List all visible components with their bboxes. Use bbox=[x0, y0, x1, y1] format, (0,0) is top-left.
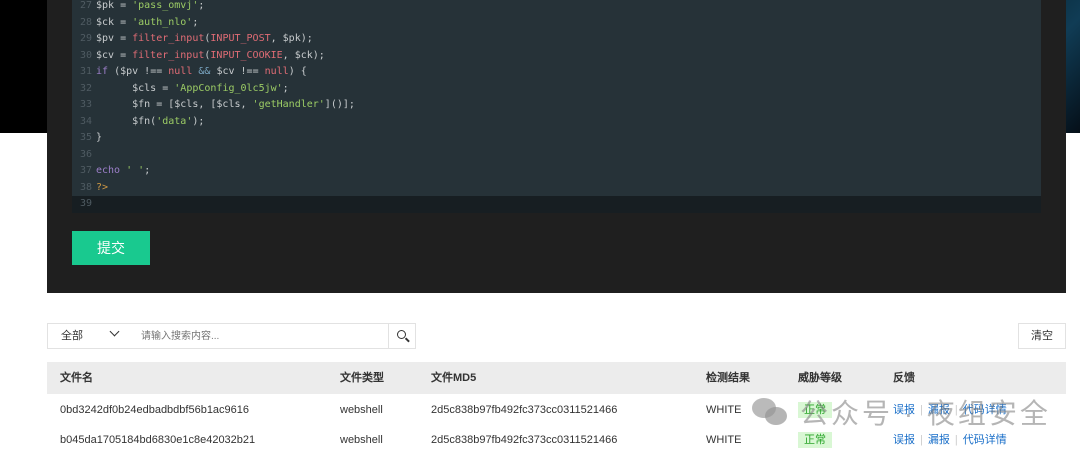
code-editor[interactable]: 27 $pk = 'pass_omvj'; 28 $ck = 'auth_nlo'; 2… bbox=[72, 0, 1041, 213]
false-positive-link[interactable]: 误报 bbox=[893, 434, 915, 446]
table-header: 文件名 文件类型 文件MD5 检测结果 威胁等级 反馈 bbox=[47, 362, 1066, 394]
code-token: 'AppConfig_0lc5jw' bbox=[174, 82, 283, 94]
code-token: ' ' bbox=[126, 165, 145, 176]
code-line: 31 if ($pv !== null && $cv !== null) { bbox=[72, 64, 1041, 81]
line-number: 30 bbox=[79, 49, 92, 61]
code-token: ; bbox=[144, 165, 151, 176]
code-line: 38 ?> bbox=[72, 180, 1041, 197]
code-line: 36 bbox=[72, 147, 1041, 164]
code-token: ($pv !== bbox=[108, 66, 169, 77]
code-token: = bbox=[114, 0, 133, 11]
code-line: 37 echo ' '; bbox=[72, 163, 1041, 180]
code-submit-panel: 27 $pk = 'pass_omvj'; 28 $ck = 'auth_nlo'; 2… bbox=[47, 0, 1066, 293]
threat-level-badge: 正常 bbox=[798, 432, 832, 448]
code-token: = bbox=[114, 33, 133, 44]
code-line: 39 bbox=[72, 196, 1041, 213]
code-token: ]()]; bbox=[324, 99, 355, 110]
code-token: echo bbox=[96, 165, 121, 176]
line-number: 27 bbox=[79, 0, 92, 11]
line-number: 31 bbox=[79, 66, 92, 77]
line-number: 32 bbox=[79, 82, 92, 94]
file-md5: 2d5c838b97fb492fc373cc0311521466 bbox=[431, 404, 618, 416]
line-number: 39 bbox=[79, 198, 92, 209]
code-line: 32 $cls = 'AppConfig_0lc5jw'; bbox=[72, 81, 1041, 98]
code-token: , $ck); bbox=[282, 49, 325, 61]
code-token: ) { bbox=[288, 66, 307, 77]
code-token: ; bbox=[192, 16, 199, 28]
line-number: 38 bbox=[79, 181, 92, 193]
search-input[interactable] bbox=[128, 323, 389, 349]
code-token: filter_input bbox=[132, 33, 205, 44]
header-result[interactable]: 检测结果 bbox=[706, 362, 750, 394]
search-button[interactable] bbox=[388, 323, 416, 349]
code-token: null bbox=[168, 66, 193, 77]
line-number: 29 bbox=[79, 33, 92, 44]
code-token: ?> bbox=[96, 181, 109, 193]
line-number: 36 bbox=[79, 148, 92, 160]
false-negative-link[interactable]: 漏报 bbox=[928, 434, 950, 446]
code-line: 34 $fn('data'); bbox=[72, 114, 1041, 131]
code-token: $cv bbox=[96, 49, 115, 61]
code-token: && bbox=[198, 66, 211, 77]
code-token: ); bbox=[192, 115, 205, 127]
code-token: 'auth_nlo' bbox=[132, 16, 193, 28]
code-line: 33 $fn = [$cls, [$cls, 'getHandler']()]; bbox=[72, 97, 1041, 114]
code-token: ; bbox=[282, 82, 289, 94]
line-number: 33 bbox=[79, 99, 92, 110]
clear-button[interactable]: 清空 bbox=[1018, 323, 1066, 349]
code-token: $pv bbox=[96, 33, 115, 44]
code-token: INPUT_POST bbox=[210, 33, 271, 44]
header-threat-level[interactable]: 威胁等级 bbox=[798, 362, 842, 394]
code-token: INPUT_COOKIE bbox=[210, 49, 283, 61]
file-type: webshell bbox=[340, 404, 383, 416]
type-select[interactable]: 全部 bbox=[47, 323, 129, 349]
code-token: $fn( bbox=[96, 115, 157, 127]
code-token: filter_input bbox=[132, 49, 205, 61]
watermark: 公众号 · 夜组安全 bbox=[752, 392, 1051, 432]
file-type: webshell bbox=[340, 434, 383, 446]
code-token: $cls = bbox=[96, 82, 175, 94]
file-name: 0bd3242df0b24edbadbdbf56b1ac9616 bbox=[60, 404, 250, 416]
detection-result: WHITE bbox=[706, 434, 742, 446]
code-token: 'data' bbox=[156, 115, 193, 127]
header-filetype[interactable]: 文件类型 bbox=[340, 362, 384, 394]
line-number: 35 bbox=[79, 132, 92, 143]
submit-button[interactable]: 提交 bbox=[72, 231, 150, 265]
wechat-icon bbox=[752, 398, 788, 426]
code-token: 'pass_omvj' bbox=[132, 0, 199, 11]
header-feedback[interactable]: 反馈 bbox=[893, 362, 915, 394]
code-token: if bbox=[96, 66, 109, 77]
line-number: 37 bbox=[79, 165, 92, 176]
code-token: , $pk); bbox=[270, 33, 313, 44]
file-md5: 2d5c838b97fb492fc373cc0311521466 bbox=[431, 434, 618, 446]
code-token: $fn = [$cls, [$cls, bbox=[96, 99, 253, 110]
header-filename[interactable]: 文件名 bbox=[60, 362, 93, 394]
code-token: = bbox=[114, 16, 133, 28]
file-name: b045da1705184bd6830e1c8e42032b21 bbox=[60, 434, 256, 446]
code-token: 'getHandler' bbox=[252, 99, 325, 110]
detection-result: WHITE bbox=[706, 404, 742, 416]
code-token: ; bbox=[198, 0, 205, 11]
code-line: 28 $ck = 'auth_nlo'; bbox=[72, 15, 1041, 32]
code-token: = bbox=[114, 49, 133, 61]
code-token: $ck bbox=[96, 16, 115, 28]
code-details-link[interactable]: 代码详情 bbox=[963, 434, 1007, 446]
code-line: 27 $pk = 'pass_omvj'; bbox=[72, 0, 1041, 15]
code-token: null bbox=[264, 66, 289, 77]
code-line: 29 $pv = filter_input(INPUT_POST, $pk); bbox=[72, 31, 1041, 48]
code-token: } bbox=[96, 132, 103, 143]
line-number: 28 bbox=[79, 16, 92, 28]
chevron-down-icon bbox=[109, 326, 120, 337]
code-line: 30 $cv = filter_input(INPUT_COOKIE, $ck); bbox=[72, 48, 1041, 65]
code-token: $cv !== bbox=[210, 66, 265, 77]
code-token: $pk bbox=[96, 0, 115, 11]
header-md5[interactable]: 文件MD5 bbox=[431, 362, 476, 394]
line-number: 34 bbox=[79, 115, 92, 127]
code-line: 35} bbox=[72, 130, 1041, 147]
type-select-value: 全部 bbox=[61, 330, 83, 342]
